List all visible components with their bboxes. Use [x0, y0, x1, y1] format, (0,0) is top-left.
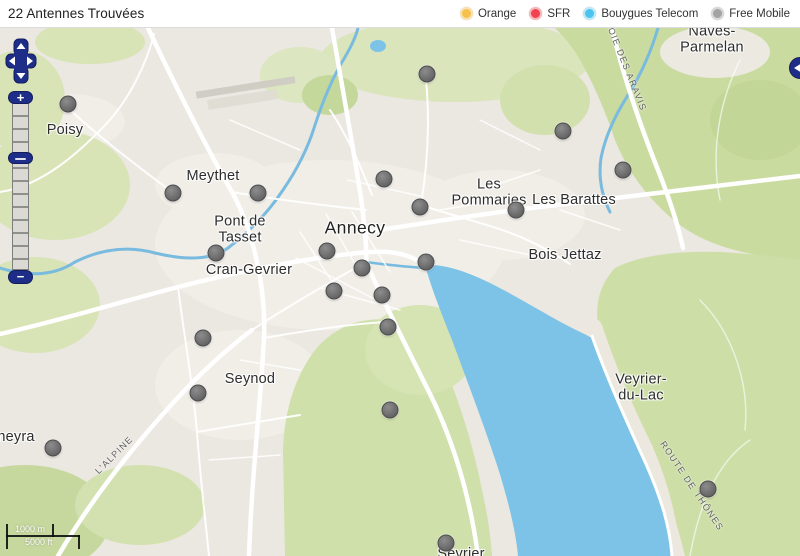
- zoom-slider-handle[interactable]: [8, 152, 33, 164]
- scale-tick: [78, 535, 80, 549]
- antenna-marker[interactable]: [250, 185, 267, 202]
- zoom-slider-track[interactable]: [12, 103, 29, 270]
- legend-label-free: Free Mobile: [729, 8, 790, 20]
- legend-item-bouygues[interactable]: Bouygues Telecom: [583, 7, 698, 20]
- antenna-marker[interactable]: [412, 199, 429, 216]
- legend-label-sfr: SFR: [547, 8, 570, 20]
- zoom-in-button[interactable]: +: [8, 91, 33, 104]
- antenna-marker[interactable]: [380, 319, 397, 336]
- legend-item-orange[interactable]: Orange: [460, 7, 516, 20]
- legend-item-free[interactable]: Free Mobile: [711, 7, 790, 20]
- free-dot-icon: [711, 7, 724, 20]
- antenna-marker[interactable]: [438, 535, 455, 552]
- plus-icon: +: [17, 90, 25, 105]
- legend-label-orange: Orange: [478, 8, 516, 20]
- orange-dot-icon: [460, 7, 473, 20]
- antenna-marker[interactable]: [326, 283, 343, 300]
- legend-label-bouygues: Bouygues Telecom: [601, 8, 698, 20]
- scale-tick: [52, 524, 54, 537]
- antenna-marker[interactable]: [319, 243, 336, 260]
- sfr-dot-icon: [529, 7, 542, 20]
- pan-control[interactable]: [5, 38, 37, 84]
- map-tiles: [0, 0, 800, 556]
- results-count-title: 22 Antennes Trouvées: [8, 6, 144, 21]
- scale-metric-label: 1000 m: [15, 524, 45, 534]
- scale-line: 1000 m 5000 ft: [6, 524, 82, 549]
- antenna-marker[interactable]: [354, 260, 371, 277]
- header-bar: 22 Antennes Trouvées Orange SFR Bouygues T…: [0, 0, 800, 28]
- antenna-marker[interactable]: [60, 96, 77, 113]
- antenna-marker[interactable]: [418, 254, 435, 271]
- antenna-marker[interactable]: [382, 402, 399, 419]
- antenna-marker[interactable]: [190, 385, 207, 402]
- antenna-marker[interactable]: [376, 171, 393, 188]
- scale-imperial-label: 5000 ft: [25, 537, 53, 547]
- antenna-marker[interactable]: [419, 66, 436, 83]
- minus-icon: −: [17, 269, 25, 284]
- arrow-left-icon: [794, 63, 800, 73]
- antenna-marker[interactable]: [208, 245, 225, 262]
- legend: Orange SFR Bouygues Telecom Free Mobile: [460, 7, 790, 20]
- antenna-marker[interactable]: [195, 330, 212, 347]
- antenna-marker[interactable]: [555, 123, 572, 140]
- bouygues-dot-icon: [583, 7, 596, 20]
- antenna-marker[interactable]: [45, 440, 62, 457]
- antenna-map-app: PoisyMeythetPont de TassetAnnecyLes Pomm…: [0, 0, 800, 556]
- pond: [370, 40, 386, 52]
- zoom-out-button[interactable]: −: [8, 270, 33, 284]
- antenna-marker[interactable]: [165, 185, 182, 202]
- antenna-marker[interactable]: [700, 481, 717, 498]
- antenna-marker[interactable]: [508, 202, 525, 219]
- antenna-marker[interactable]: [374, 287, 391, 304]
- legend-item-sfr[interactable]: SFR: [529, 7, 570, 20]
- map-canvas[interactable]: PoisyMeythetPont de TassetAnnecyLes Pomm…: [0, 0, 800, 556]
- antenna-marker[interactable]: [615, 162, 632, 179]
